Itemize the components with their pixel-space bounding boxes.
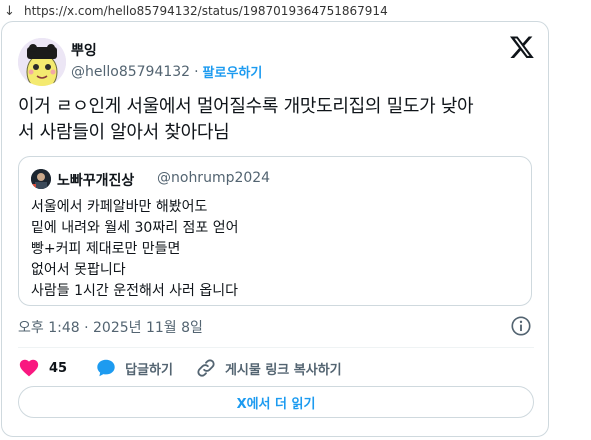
quoted-line: 빵+커피 제대로만 만들면 [31,241,181,257]
page-blank-area [555,22,591,440]
quoted-line: 밑에 내려와 월세 30짜리 점포 얻어 [31,220,239,236]
tweet-timestamp[interactable]: 오후 1:48 · 2025년 11월 8일 [18,317,203,337]
divider [18,347,534,348]
quoted-tweet[interactable]: 노빠꾸개진상 @nohrump2024 서울에서 카페알바만 해봤어도 밑에 내… [18,156,532,306]
quoted-line: 서울에서 카페알바만 해봤어도 [31,199,208,215]
info-icon[interactable] [510,315,532,337]
reply-button[interactable]: 답글하기 [95,357,173,379]
heart-icon [19,359,39,377]
tweet-actions: 45 답글하기 게시물 링크 복사하기 [18,355,342,381]
copy-link-label: 게시물 링크 복사하기 [224,362,342,378]
tweet-text: 이거 ㄹㅇ인게 서울에서 멀어질수록 개맛도리집의 밀도가 낮아 서 사람들이 … [18,96,474,143]
like-button[interactable]: 45 [18,357,67,379]
like-count: 45 [49,360,68,376]
avatar-cartoon-icon [18,38,66,86]
link-icon [197,359,215,377]
speech-bubble-icon [97,359,115,377]
author-name[interactable]: 뿌잉 [71,40,97,60]
author-handle-row: @hello85794132 · 팔로우하기 [71,62,263,82]
x-logo-icon[interactable] [509,34,535,60]
quoted-line: 사람들 1시간 운전해서 사러 옵니다 [31,283,239,299]
embedded-tweet-card: 뿌잉 @hello85794132 · 팔로우하기 이거 ㄹㅇ인게 서울에서 멀… [1,21,549,437]
copy-link-button[interactable]: 게시물 링크 복사하기 [195,357,342,379]
read-more-on-x-button[interactable]: X에서 더 읽기 [18,386,534,418]
author-avatar[interactable] [18,38,66,86]
follow-button[interactable]: 팔로우하기 [203,62,263,81]
browser-url-bar[interactable]: ↓ https://x.com/hello85794132/status/198… [0,0,591,22]
quoted-tweet-text: 서울에서 카페알바만 해봤어도 밑에 내려와 월세 30짜리 점포 얻어 빵+커… [31,197,511,302]
quoted-line: 없어서 못팝니다 [31,262,126,278]
author-handle[interactable]: @hello85794132 [71,64,190,80]
download-arrow-icon[interactable]: ↓ [4,4,16,19]
quoted-author-name[interactable]: 노빠꾸개진상 [57,170,134,190]
quoted-author-handle[interactable]: @nohrump2024 [157,170,270,186]
quoted-avatar-image-icon [31,169,51,189]
quoted-author-avatar[interactable] [31,169,51,189]
separator-dot: · [194,63,199,80]
reply-label: 답글하기 [125,362,173,378]
url-text[interactable]: https://x.com/hello85794132/status/19870… [24,4,388,18]
